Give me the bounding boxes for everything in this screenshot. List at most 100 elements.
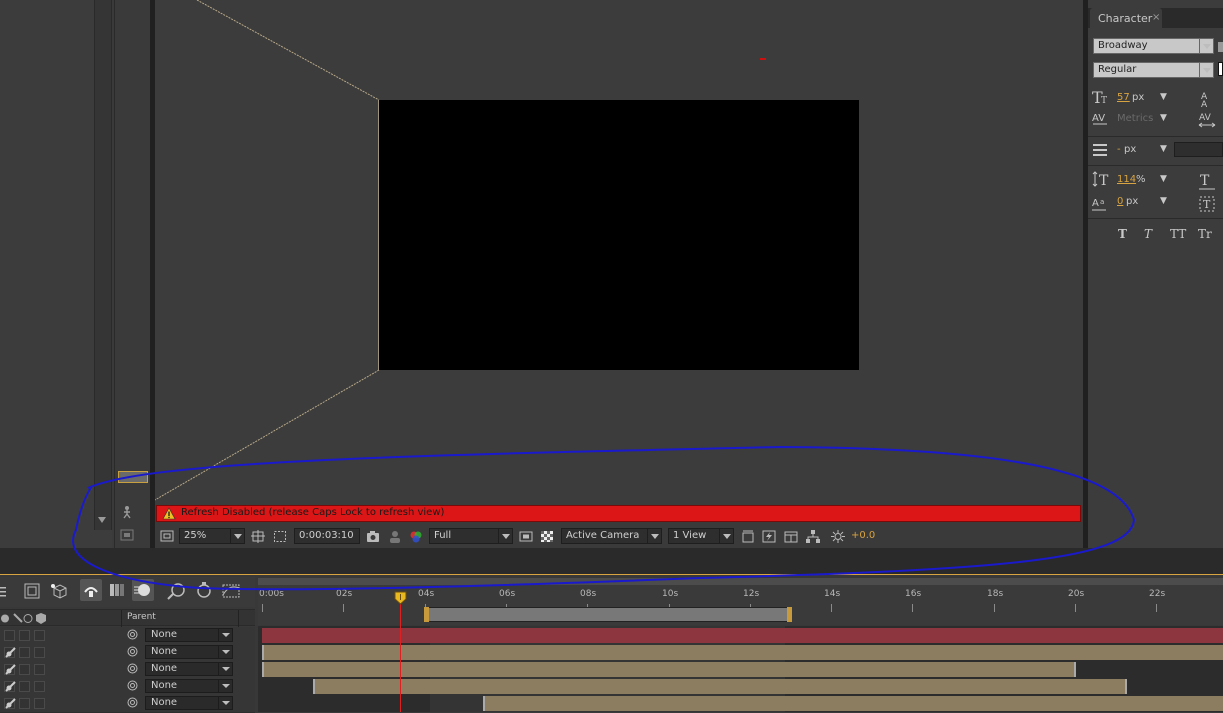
frame-blending-icon[interactable] xyxy=(108,582,126,598)
solo-switch-icon[interactable] xyxy=(19,664,30,675)
parent-dropdown[interactable]: None xyxy=(145,696,233,710)
parent-dropdown[interactable]: None xyxy=(145,645,233,659)
eye-icon[interactable] xyxy=(5,698,16,709)
lock-switch-icon[interactable] xyxy=(34,698,45,709)
solo-switch-icon[interactable] xyxy=(19,630,30,641)
resolution-dropdown[interactable]: Full xyxy=(429,528,513,544)
flowchart-view-icon[interactable] xyxy=(806,530,820,543)
zoom-dropdown[interactable]: 25% xyxy=(179,528,245,544)
font-size-unit: px xyxy=(1132,92,1145,103)
camera-dropdown[interactable]: Active Camera xyxy=(561,528,662,544)
pick-whip-icon[interactable] xyxy=(127,629,138,640)
graph-editor-icon[interactable] xyxy=(221,582,241,600)
shy-layers-icon[interactable] xyxy=(80,579,102,601)
layer-bar-4[interactable] xyxy=(313,679,1127,694)
font-family-dropdown[interactable]: Broadway xyxy=(1093,38,1214,54)
menu-icon[interactable] xyxy=(0,585,14,598)
eye-icon[interactable] xyxy=(5,681,16,692)
switch-header-icon xyxy=(0,613,48,624)
pick-whip-icon[interactable] xyxy=(127,663,138,674)
kerning-arrow-icon[interactable]: ▼ xyxy=(1160,113,1167,123)
fast-preview-icon[interactable] xyxy=(762,530,776,543)
layer-bar-2[interactable] xyxy=(262,645,1223,660)
composition-canvas[interactable] xyxy=(379,100,859,370)
exposure-icon[interactable] xyxy=(831,530,845,543)
auto-keyframe-icon[interactable] xyxy=(195,581,213,599)
composition-mini-flowchart-icon[interactable] xyxy=(24,583,40,599)
solo-switch-icon[interactable] xyxy=(19,698,30,709)
chevron-down-icon xyxy=(230,529,244,543)
faux-bold-button[interactable]: T xyxy=(1118,227,1127,241)
draft-3d-icon[interactable] xyxy=(50,583,68,599)
lock-switch-icon[interactable] xyxy=(34,647,45,658)
safe-area-icon[interactable] xyxy=(273,530,287,543)
baseline-shift-value[interactable]: 0 xyxy=(1117,196,1123,207)
scroll-down-icon[interactable] xyxy=(96,515,108,525)
composition-viewer[interactable] xyxy=(155,0,1083,505)
view-layout-dropdown[interactable]: 1 View xyxy=(668,528,734,544)
pick-whip-icon[interactable] xyxy=(127,646,138,657)
parent-dropdown[interactable]: None xyxy=(145,628,233,642)
stroke-width-value[interactable]: - xyxy=(1117,144,1121,155)
exposure-value[interactable]: +0.0 xyxy=(851,530,875,541)
timecode-field[interactable]: 0:00:03:10 xyxy=(294,528,360,544)
lock-switch-icon[interactable] xyxy=(34,630,45,641)
layer-row[interactable]: None xyxy=(0,695,255,713)
show-snapshot-icon[interactable] xyxy=(388,530,402,543)
lock-switch-icon[interactable] xyxy=(34,664,45,675)
timeline-splitter[interactable] xyxy=(0,548,1223,574)
transparency-grid-icon[interactable] xyxy=(540,530,554,543)
walk-icon[interactable] xyxy=(120,505,134,519)
flowchart-icon[interactable] xyxy=(120,529,134,541)
small-caps-button[interactable]: Tr xyxy=(1198,227,1212,241)
layer-row[interactable]: None xyxy=(0,627,255,645)
fit-icon[interactable] xyxy=(251,530,265,543)
layer-row[interactable]: None xyxy=(0,644,255,662)
layer-row[interactable]: None xyxy=(0,678,255,696)
vertical-scale-value[interactable]: 114 xyxy=(1117,174,1136,185)
solo-switch-icon[interactable] xyxy=(19,681,30,692)
layer-row[interactable]: None xyxy=(0,661,255,679)
pick-whip-icon[interactable] xyxy=(127,680,138,691)
region-of-interest-icon[interactable] xyxy=(519,530,533,543)
eye-icon[interactable] xyxy=(5,647,16,658)
layer-bar-3[interactable] xyxy=(262,662,1076,677)
tab-character[interactable]: Character × xyxy=(1090,8,1162,29)
snapshot-camera-icon[interactable] xyxy=(366,530,380,543)
layer-bar-5[interactable] xyxy=(483,696,1223,711)
all-caps-button[interactable]: TT xyxy=(1170,227,1186,241)
baseline-shift-arrow-icon[interactable]: ▼ xyxy=(1160,196,1167,206)
stroke-width-icon xyxy=(1092,143,1108,157)
solo-switch-icon[interactable] xyxy=(19,647,30,658)
work-area-bar[interactable] xyxy=(424,607,792,622)
font-size-value[interactable]: 57 xyxy=(1117,92,1130,103)
pick-whip-icon[interactable] xyxy=(127,697,138,708)
work-area-end-handle[interactable] xyxy=(787,607,792,622)
channels-icon[interactable] xyxy=(409,530,423,543)
region-icon[interactable] xyxy=(160,530,174,543)
svg-text:a: a xyxy=(1100,198,1104,206)
work-area-start-handle[interactable] xyxy=(424,607,429,622)
motion-blur-icon[interactable] xyxy=(132,579,154,601)
red-marker xyxy=(760,58,766,60)
close-icon[interactable]: × xyxy=(1152,12,1160,23)
layer-bar-1[interactable] xyxy=(262,628,1223,643)
kerning-value[interactable]: Metrics xyxy=(1117,113,1153,124)
video-switch-icon[interactable] xyxy=(4,630,15,641)
faux-italic-button[interactable]: T xyxy=(1144,227,1152,241)
font-size-arrow-icon[interactable]: ▼ xyxy=(1160,92,1167,102)
brainstorm-icon[interactable] xyxy=(166,582,186,600)
current-time-indicator[interactable] xyxy=(394,591,407,605)
parent-dropdown[interactable]: None xyxy=(145,662,233,676)
stroke-style-dropdown[interactable] xyxy=(1174,142,1223,157)
vertical-scale-arrow-icon[interactable]: ▼ xyxy=(1160,174,1167,184)
parent-column-header[interactable]: Parent xyxy=(127,612,156,622)
lock-switch-icon[interactable] xyxy=(34,681,45,692)
eye-icon[interactable] xyxy=(5,664,16,675)
parent-dropdown[interactable]: None xyxy=(145,679,233,693)
stroke-width-arrow-icon[interactable]: ▼ xyxy=(1160,144,1167,154)
toggle-pixel-aspect-icon[interactable] xyxy=(741,530,755,543)
timeline-toggle-icon[interactable] xyxy=(784,530,798,543)
font-style-dropdown[interactable]: Regular xyxy=(1093,62,1214,78)
fill-color-swatch[interactable] xyxy=(1218,62,1223,76)
